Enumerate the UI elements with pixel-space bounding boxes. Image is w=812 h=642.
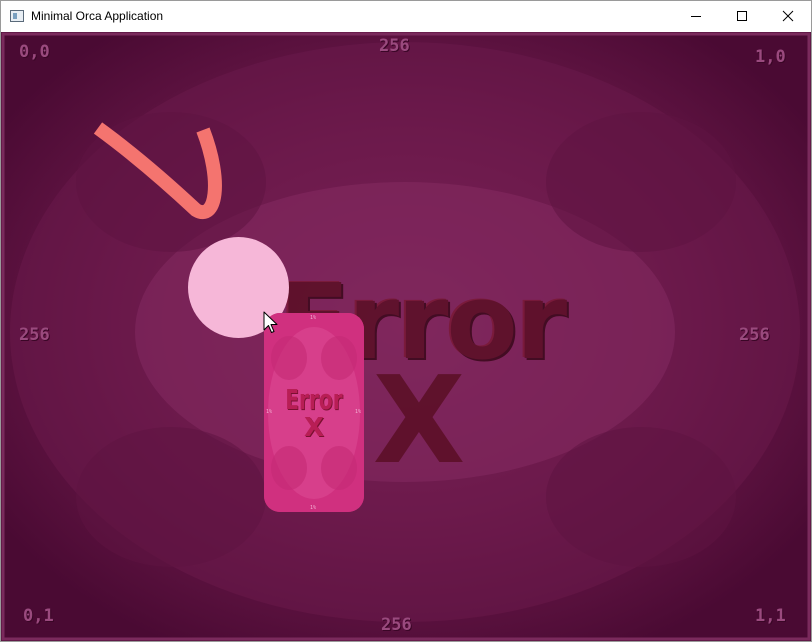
card-coord-label: 1%	[310, 315, 317, 321]
close-icon	[782, 10, 794, 22]
drawn-curve	[93, 122, 222, 219]
card-coord-label: 1%	[310, 505, 317, 511]
app-window-icon[interactable]	[10, 10, 24, 22]
minimize-icon	[691, 16, 701, 17]
close-button[interactable]	[765, 1, 811, 31]
render-canvas[interactable]: 0,0 256 1,0 256 256 0,1 256 1,1 Error X …	[1, 32, 811, 641]
maximize-icon	[737, 11, 747, 21]
minimize-button[interactable]	[673, 1, 719, 31]
mouse-pointer-icon	[263, 311, 278, 333]
app-window: Minimal Orca Application 0,0 256 1,0 256…	[0, 0, 812, 642]
title-bar[interactable]: Minimal Orca Application	[1, 1, 811, 31]
card-error-text: Error	[285, 383, 343, 416]
window-title: Minimal Orca Application	[31, 9, 164, 23]
texture-card: 1% 1% 1% 1% Error X	[264, 313, 364, 512]
card-error-mark: X	[303, 413, 325, 443]
maximize-button[interactable]	[719, 1, 765, 31]
